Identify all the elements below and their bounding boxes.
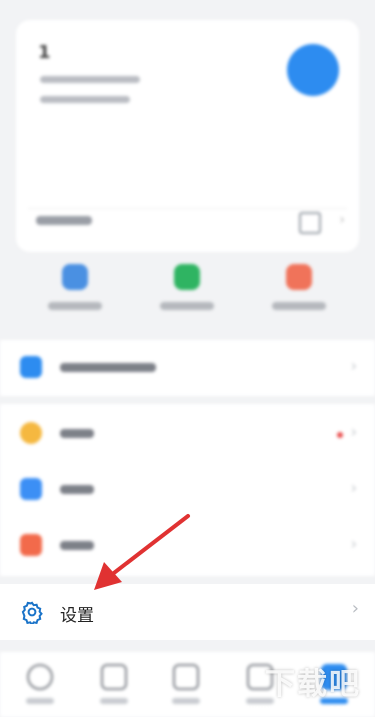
tab-apps-icon xyxy=(173,664,199,690)
chevron-right-icon: › xyxy=(350,534,357,553)
watermark-logo: 下载吧 xyxy=(265,667,361,702)
shortcut-item[interactable] xyxy=(142,264,232,310)
tab-label xyxy=(26,698,54,704)
calendar-icon xyxy=(20,478,42,500)
card-text-line xyxy=(40,96,130,103)
menu-item-label xyxy=(60,429,94,438)
menu-item-label xyxy=(60,363,156,372)
shortcut-label xyxy=(48,302,102,310)
shortcut-item[interactable] xyxy=(30,264,120,310)
menu-item-calendar[interactable]: › xyxy=(0,462,375,518)
tab-apps[interactable] xyxy=(156,664,216,704)
shortcut-label xyxy=(272,302,326,310)
menu-section-wallet: › xyxy=(0,340,375,396)
chevron-right-icon: › xyxy=(350,356,357,375)
chevron-right-icon: › xyxy=(351,598,359,619)
menu-section-main: › › › xyxy=(0,404,375,576)
qr-code-icon[interactable] xyxy=(299,212,321,234)
gear-icon xyxy=(21,601,43,624)
gift-icon xyxy=(286,264,312,290)
tab-home-icon xyxy=(27,664,53,690)
settings-label: 设置 xyxy=(60,606,94,626)
menu-item-label xyxy=(60,485,94,494)
menu-item-label xyxy=(60,541,94,550)
tab-label xyxy=(100,698,128,704)
chevron-right-icon: › xyxy=(339,212,345,228)
menu-item-favorites[interactable]: › xyxy=(0,406,375,462)
shortcut-row xyxy=(0,258,375,328)
menu-item-settings[interactable]: 设置 › xyxy=(0,584,375,640)
avatar[interactable] xyxy=(287,44,339,96)
tab-grid-icon xyxy=(101,664,127,690)
card-text-line xyxy=(40,76,140,83)
card-footer-label xyxy=(36,216,92,225)
tab-label xyxy=(172,698,200,704)
profile-card[interactable]: 1 › xyxy=(16,20,359,252)
shortcut-item[interactable] xyxy=(254,264,344,310)
chevron-right-icon: › xyxy=(350,478,357,497)
bird-icon xyxy=(62,264,88,290)
shortcut-label xyxy=(160,302,214,310)
watermark-url: www.xiazaiba.com xyxy=(244,704,353,715)
tab-home[interactable] xyxy=(10,664,70,704)
card-number: 1 xyxy=(38,42,51,63)
notification-dot xyxy=(337,432,343,438)
wallet-icon xyxy=(20,356,42,378)
menu-item-box[interactable]: › xyxy=(0,518,375,574)
box-icon xyxy=(20,534,42,556)
divider xyxy=(28,208,347,209)
chevron-right-icon: › xyxy=(350,422,357,441)
shopping-bag-icon xyxy=(174,264,200,290)
menu-item-wallet[interactable]: › xyxy=(0,340,375,396)
tab-grid[interactable] xyxy=(84,664,144,704)
star-icon xyxy=(20,422,42,444)
